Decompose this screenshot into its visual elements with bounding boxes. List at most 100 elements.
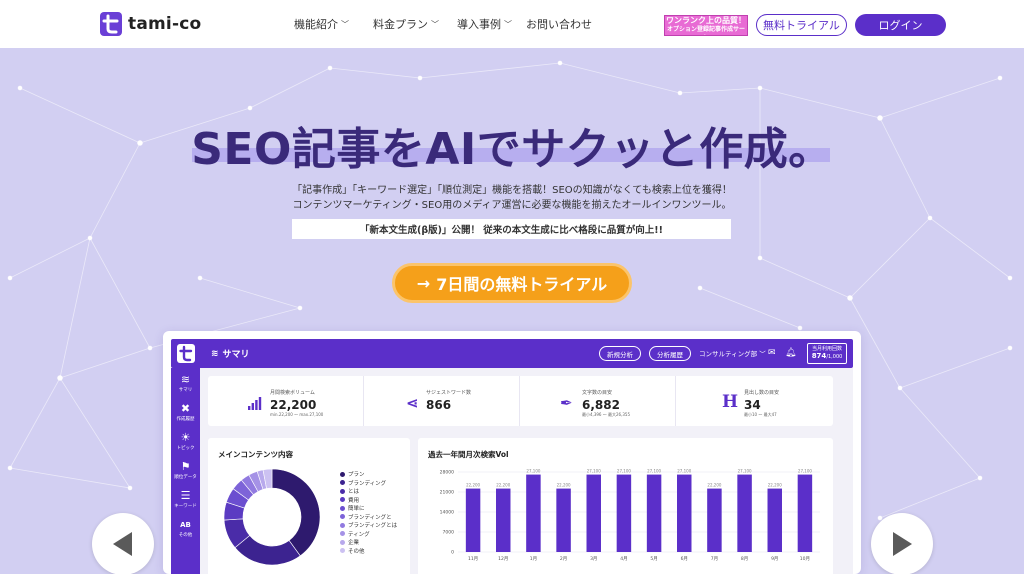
layers-icon: ≋ bbox=[211, 348, 219, 359]
stat-search-volume: 月間検索ボリューム 22,200 min.22,200 〜 max.27,100 bbox=[208, 376, 364, 426]
ab-icon: AB bbox=[180, 521, 191, 529]
list-icon: ☰ bbox=[180, 489, 191, 502]
legend-dot bbox=[340, 514, 345, 520]
y-tick-label: 0 bbox=[451, 550, 454, 556]
sidebar-item-topic[interactable]: ☀ トピック bbox=[171, 428, 200, 458]
legend-item: 簡単に bbox=[340, 504, 397, 513]
sidebar-label: 作成履歴 bbox=[176, 417, 195, 422]
legend-item: とは bbox=[340, 487, 397, 496]
login-button[interactable]: ログイン bbox=[855, 14, 946, 36]
main-nav: 機能紹介 ﹀ 料金プラン ﹀ 導入事例 ﹀ お問い合わせ bbox=[294, 16, 592, 32]
donut-legend: プラン ブランディング とは 費用 簡単に ブランディングと ブランディングとは ティング 企業… bbox=[340, 470, 397, 555]
legend-dot bbox=[340, 471, 345, 477]
stats-card: 月間検索ボリューム 22,200 min.22,200 〜 max.27,100… bbox=[208, 376, 833, 426]
y-tick-label: 28000 bbox=[440, 470, 454, 476]
bar bbox=[616, 474, 632, 552]
sidebar-item-summary[interactable]: ≋ サマリ bbox=[171, 370, 200, 400]
legend-item: ブランディング bbox=[340, 479, 397, 488]
logo-text: tami-co bbox=[128, 14, 202, 34]
free-trial-cta-button[interactable]: → 7日間の無料トライアル bbox=[392, 263, 632, 303]
legend-label: ブランディング bbox=[348, 480, 387, 487]
arrow-right-icon: → bbox=[416, 273, 431, 293]
stat-label: 月間検索ボリューム bbox=[270, 390, 315, 396]
x-tick-label: 9月 bbox=[771, 556, 778, 562]
bar-value-label: 27,100 bbox=[738, 469, 752, 474]
banner-line2: オプション登録記事作成サービス bbox=[666, 26, 745, 33]
bar-value-label: 27,100 bbox=[647, 469, 661, 474]
bar-value-label: 22,200 bbox=[768, 483, 782, 488]
app-page-title-text: サマリ bbox=[222, 350, 250, 360]
new-analysis-button[interactable]: 新規分析 bbox=[599, 346, 641, 361]
legend-label: ブランディングとは bbox=[348, 523, 398, 530]
mail-icon[interactable]: ✉ bbox=[768, 348, 776, 358]
nav-item-cases[interactable]: 導入事例 ﹀ bbox=[457, 16, 526, 32]
sidebar-label: 順位データ bbox=[174, 475, 197, 480]
chevron-down-icon: ﹀ bbox=[341, 19, 349, 29]
tools-icon: ✖ bbox=[180, 402, 191, 415]
x-tick-label: 7月 bbox=[711, 556, 718, 562]
bar bbox=[556, 488, 571, 552]
nav-item-contact[interactable]: お問い合わせ bbox=[526, 16, 592, 32]
bulb-icon: ☀ bbox=[180, 431, 191, 444]
sidebar-item-keyword[interactable]: ☰ キーワード bbox=[171, 486, 200, 516]
legend-dot bbox=[340, 522, 345, 528]
promo-banner[interactable]: ワンランク上の品質！ オプション登録記事作成サービス bbox=[664, 15, 748, 36]
carousel-next-button[interactable] bbox=[871, 513, 933, 574]
bar bbox=[465, 488, 481, 552]
x-tick-label: 1月 bbox=[530, 556, 537, 562]
chevron-down-icon: ﹀ bbox=[504, 19, 512, 29]
banner-line1: ワンランク上の品質！ bbox=[666, 16, 746, 25]
bar-panel: 過去一年間月次検索Vol 0 7000 14000 21000 28000 22,200 1… bbox=[418, 438, 833, 574]
usage-counter: 当月利用回数 874/1,000 bbox=[807, 343, 847, 364]
x-tick-label: 6月 bbox=[681, 556, 688, 562]
legend-dot bbox=[340, 488, 345, 494]
app-sidebar: ≋ サマリ ✖ 作成履歴 ☀ トピック ⚑ 順位データ ☰ キーワード AB その他 bbox=[171, 368, 200, 574]
pen-icon: ✒ bbox=[560, 394, 573, 412]
app-main: 月間検索ボリューム 22,200 min.22,200 〜 max.27,100… bbox=[200, 368, 853, 574]
nav-label: お問い合わせ bbox=[526, 18, 592, 31]
analysis-history-button[interactable]: 分析履歴 bbox=[649, 346, 691, 361]
logo[interactable]: tami-co bbox=[100, 12, 201, 36]
x-tick-label: 12月 bbox=[498, 556, 508, 562]
legend-label: とは bbox=[348, 489, 360, 496]
bar bbox=[677, 474, 692, 552]
stat-label: 見出し数の目安 bbox=[744, 390, 780, 396]
donut-slice bbox=[271, 468, 321, 557]
account-dropdown[interactable]: コンサルティング部 ﹀ bbox=[699, 348, 766, 358]
legend-label: プラン bbox=[348, 472, 365, 479]
sidebar-item-ranking[interactable]: ⚑ 順位データ bbox=[171, 457, 200, 487]
x-tick-label: 4月 bbox=[620, 556, 627, 562]
logo-icon bbox=[100, 12, 122, 36]
nav-item-features[interactable]: 機能紹介 ﹀ bbox=[294, 16, 373, 32]
app-topbar: ≋ サマリ 新規分析 分析履歴 コンサルティング部 ﹀ ✉ 🔔︎ 当月利用回数 … bbox=[171, 339, 853, 368]
legend-item: その他 bbox=[340, 547, 397, 556]
bar-value-label: 22,200 bbox=[707, 483, 721, 488]
heading-icon: H bbox=[722, 392, 739, 412]
legend-item: ティング bbox=[340, 530, 397, 539]
nav-label: 機能紹介 bbox=[294, 18, 338, 31]
legend-dot bbox=[340, 480, 345, 486]
bar bbox=[767, 488, 782, 552]
app-page-title: ≋ サマリ bbox=[211, 347, 250, 361]
x-tick-label: 11月 bbox=[468, 556, 478, 562]
legend-item: 企業 bbox=[340, 538, 397, 547]
sidebar-item-other[interactable]: AB その他 bbox=[171, 515, 200, 545]
stat-suggest-words: ⋖ サジェストワード数 866 bbox=[364, 376, 520, 426]
nav-item-pricing[interactable]: 料金プラン ﹀ bbox=[373, 16, 457, 32]
nav-label: 料金プラン bbox=[373, 18, 428, 31]
legend-item: ブランディングと bbox=[340, 513, 397, 522]
y-tick-label: 21000 bbox=[440, 490, 454, 496]
usage-total: /1,000 bbox=[826, 354, 843, 360]
bar-value-label: 27,100 bbox=[677, 469, 691, 474]
trial-button[interactable]: 無料トライアル bbox=[756, 14, 847, 36]
sidebar-label: その他 bbox=[178, 533, 193, 538]
bar-chart-icon bbox=[248, 397, 262, 410]
carousel-prev-button[interactable] bbox=[92, 513, 154, 574]
bar bbox=[496, 488, 511, 552]
bell-icon[interactable]: 🔔︎ bbox=[785, 348, 796, 358]
chevron-right-icon bbox=[893, 532, 912, 556]
legend-item: ブランディングとは bbox=[340, 521, 397, 530]
sidebar-item-history[interactable]: ✖ 作成履歴 bbox=[171, 399, 200, 429]
y-tick-label: 14000 bbox=[440, 510, 454, 516]
bar-value-label: 27,100 bbox=[587, 469, 601, 474]
